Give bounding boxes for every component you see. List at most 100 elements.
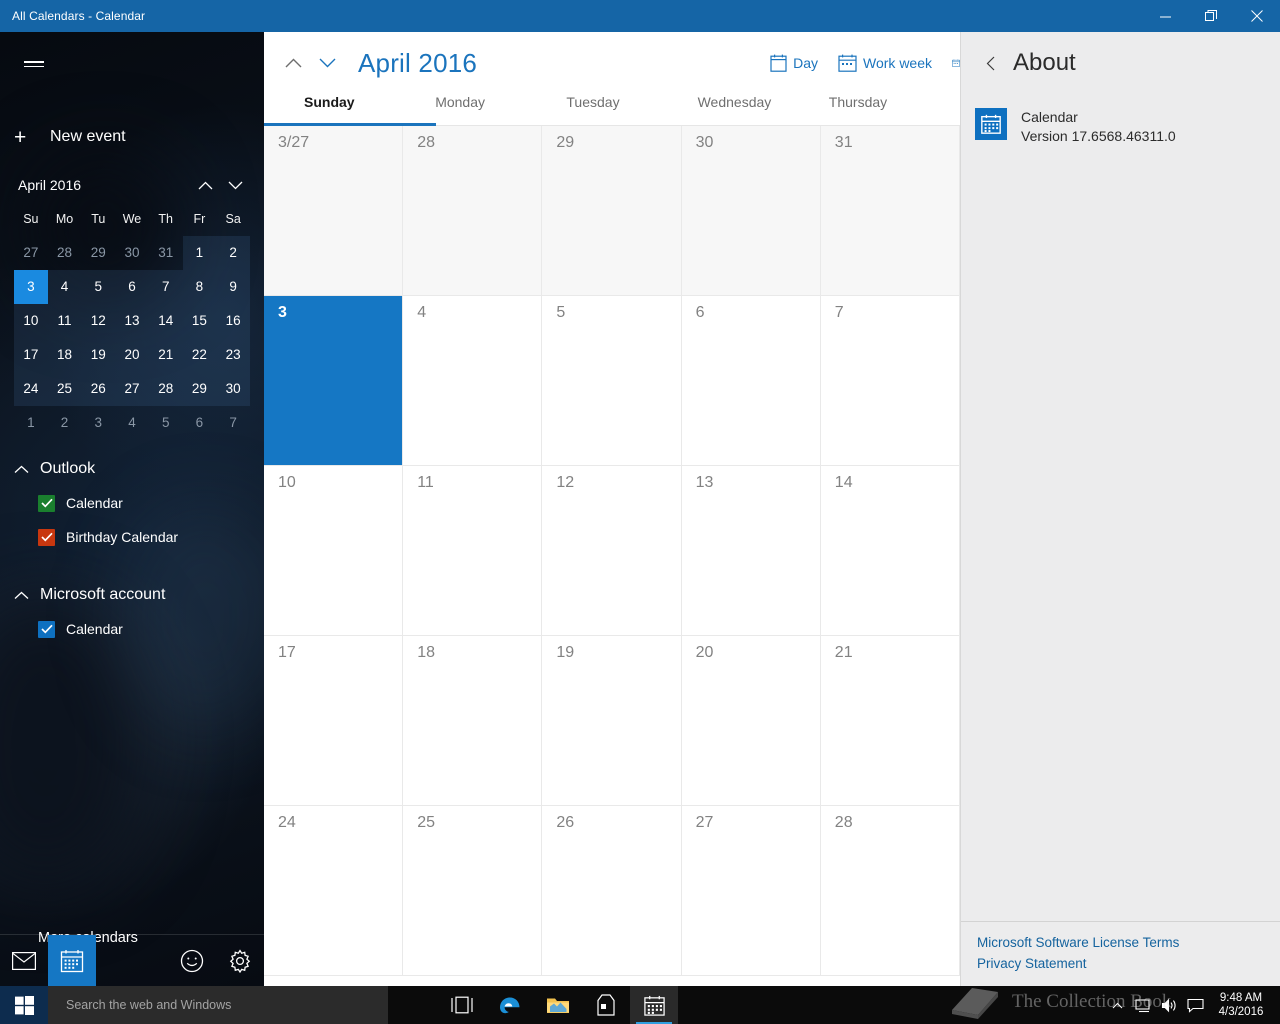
calendar-day-cell[interactable]: 3/27 bbox=[264, 126, 404, 296]
calendar-day-cell[interactable]: 6 bbox=[681, 296, 821, 466]
network-icon[interactable] bbox=[1130, 986, 1156, 1024]
calendar-day-cell[interactable]: 14 bbox=[820, 466, 960, 636]
edge-button[interactable] bbox=[486, 986, 534, 1024]
mini-calendar-day[interactable]: 27 bbox=[14, 236, 48, 270]
mini-calendar-day[interactable]: 16 bbox=[216, 304, 250, 338]
start-button[interactable] bbox=[0, 986, 48, 1024]
mini-calendar-next-button[interactable] bbox=[220, 172, 250, 198]
mini-calendar-day[interactable]: 23 bbox=[216, 338, 250, 372]
view-week-button[interactable] bbox=[942, 43, 960, 83]
weekday-header-thursday[interactable]: Thursday bbox=[829, 94, 960, 125]
calendar-list-item[interactable]: Birthday Calendar bbox=[0, 520, 264, 554]
calendar-app-button[interactable] bbox=[48, 934, 96, 986]
account-header[interactable]: Outlook bbox=[0, 452, 264, 486]
calendar-day-cell[interactable]: 4 bbox=[403, 296, 543, 466]
file-explorer-button[interactable] bbox=[534, 986, 582, 1024]
mini-calendar-day[interactable]: 30 bbox=[216, 372, 250, 406]
calendar-day-cell[interactable]: 27 bbox=[681, 806, 821, 976]
minimize-button[interactable] bbox=[1142, 0, 1188, 32]
mini-calendar-day[interactable]: 24 bbox=[14, 372, 48, 406]
volume-icon[interactable] bbox=[1156, 986, 1182, 1024]
calendar-list-item[interactable]: Calendar bbox=[0, 612, 264, 646]
mini-calendar-day[interactable]: 5 bbox=[81, 270, 116, 304]
mail-app-button[interactable] bbox=[0, 935, 48, 987]
mini-calendar-day[interactable]: 3 bbox=[14, 270, 48, 304]
month-grid[interactable]: 3/27 28 29 30 31 3 4 5 6 7 10 11 12 13 14 17 18 19 20 21 24 2… bbox=[264, 126, 960, 976]
calendar-taskbar-button[interactable] bbox=[630, 986, 678, 1024]
mini-calendar-day[interactable]: 6 bbox=[183, 406, 217, 440]
mini-calendar-day[interactable]: 30 bbox=[115, 236, 149, 270]
calendar-day-cell[interactable]: 3 bbox=[264, 296, 404, 466]
weekday-header-wednesday[interactable]: Wednesday bbox=[698, 94, 829, 125]
calendar-checkbox[interactable] bbox=[38, 494, 55, 512]
calendar-day-cell[interactable]: 7 bbox=[820, 296, 960, 466]
mini-calendar-day[interactable]: 29 bbox=[81, 236, 115, 270]
feedback-button[interactable] bbox=[168, 935, 216, 987]
mini-calendar-day[interactable]: 6 bbox=[115, 270, 149, 304]
mini-calendar-day[interactable]: 15 bbox=[182, 304, 217, 338]
mini-calendar-day[interactable]: 5 bbox=[149, 406, 183, 440]
calendar-day-cell[interactable]: 13 bbox=[681, 466, 821, 636]
calendar-day-cell[interactable]: 5 bbox=[542, 296, 682, 466]
mini-calendar-day[interactable]: 17 bbox=[14, 338, 48, 372]
mini-calendar-day[interactable]: 25 bbox=[47, 372, 82, 406]
new-event-button[interactable]: + New event bbox=[0, 118, 264, 156]
calendar-day-cell[interactable]: 18 bbox=[403, 636, 543, 806]
calendar-day-cell[interactable]: 11 bbox=[403, 466, 543, 636]
mini-calendar-grid[interactable]: 27 28 29 30 31 1 2 3 4 5 6 7 8 9 10 11 12 13 14 15 16 17 18 19 2… bbox=[14, 236, 250, 440]
month-title[interactable]: April 2016 bbox=[358, 48, 477, 79]
calendar-day-cell[interactable]: 28 bbox=[403, 126, 543, 296]
mini-calendar-day[interactable]: 19 bbox=[81, 338, 116, 372]
license-terms-link[interactable]: Microsoft Software License Terms bbox=[977, 932, 1280, 953]
mini-calendar-day[interactable]: 2 bbox=[216, 236, 250, 270]
calendar-day-cell[interactable]: 19 bbox=[542, 636, 682, 806]
back-button[interactable] bbox=[975, 56, 1005, 71]
privacy-statement-link[interactable]: Privacy Statement bbox=[977, 953, 1280, 974]
mini-calendar-day[interactable]: 26 bbox=[81, 372, 116, 406]
mini-calendar-day[interactable]: 4 bbox=[115, 406, 149, 440]
view-work-week-button[interactable]: Work week bbox=[828, 43, 942, 83]
mini-calendar-day[interactable]: 12 bbox=[81, 304, 116, 338]
calendar-day-cell[interactable]: 24 bbox=[264, 806, 404, 976]
search-input[interactable]: Search the web and Windows bbox=[48, 986, 388, 1024]
account-header[interactable]: Microsoft account bbox=[0, 578, 264, 612]
mini-calendar-day[interactable]: 21 bbox=[148, 338, 183, 372]
mini-calendar-day[interactable]: 14 bbox=[148, 304, 183, 338]
mini-calendar-day[interactable]: 18 bbox=[47, 338, 82, 372]
task-view-button[interactable] bbox=[438, 986, 486, 1024]
mini-calendar-day[interactable]: 10 bbox=[14, 304, 48, 338]
calendar-day-cell[interactable]: 20 bbox=[681, 636, 821, 806]
calendar-day-cell[interactable]: 26 bbox=[542, 806, 682, 976]
mini-calendar-day[interactable]: 22 bbox=[182, 338, 217, 372]
mini-calendar-day[interactable]: 3 bbox=[81, 406, 115, 440]
mini-calendar-day[interactable]: 27 bbox=[115, 372, 149, 406]
calendar-checkbox[interactable] bbox=[38, 620, 55, 638]
weekday-header-monday[interactable]: Monday bbox=[435, 94, 566, 125]
mini-calendar-prev-button[interactable] bbox=[190, 172, 220, 198]
mini-calendar-day[interactable]: 1 bbox=[14, 406, 48, 440]
mini-calendar-day[interactable]: 1 bbox=[182, 236, 217, 270]
store-button[interactable] bbox=[582, 986, 630, 1024]
view-day-button[interactable]: Day bbox=[760, 43, 828, 83]
weekday-header-sunday[interactable]: Sunday bbox=[264, 94, 436, 126]
restore-button[interactable] bbox=[1188, 0, 1234, 32]
mini-calendar-day[interactable]: 7 bbox=[148, 270, 183, 304]
next-month-button[interactable] bbox=[310, 46, 344, 80]
calendar-day-cell[interactable]: 31 bbox=[820, 126, 960, 296]
clock[interactable]: 9:48 AM 4/3/2016 bbox=[1208, 991, 1280, 1019]
settings-button[interactable] bbox=[216, 935, 264, 987]
previous-month-button[interactable] bbox=[276, 46, 310, 80]
calendar-checkbox[interactable] bbox=[38, 528, 55, 546]
calendar-day-cell[interactable]: 28 bbox=[820, 806, 960, 976]
mini-calendar-day[interactable]: 13 bbox=[115, 304, 149, 338]
calendar-day-cell[interactable]: 30 bbox=[681, 126, 821, 296]
mini-calendar-day[interactable]: 2 bbox=[48, 406, 82, 440]
calendar-day-cell[interactable]: 12 bbox=[542, 466, 682, 636]
mini-calendar-day[interactable]: 28 bbox=[48, 236, 82, 270]
calendar-day-cell[interactable]: 17 bbox=[264, 636, 404, 806]
mini-calendar-day[interactable]: 11 bbox=[47, 304, 82, 338]
mini-calendar-day[interactable]: 4 bbox=[47, 270, 82, 304]
show-hidden-icons-button[interactable] bbox=[1104, 986, 1130, 1024]
hamburger-icon[interactable] bbox=[12, 44, 56, 84]
weekday-header-tuesday[interactable]: Tuesday bbox=[566, 94, 697, 125]
